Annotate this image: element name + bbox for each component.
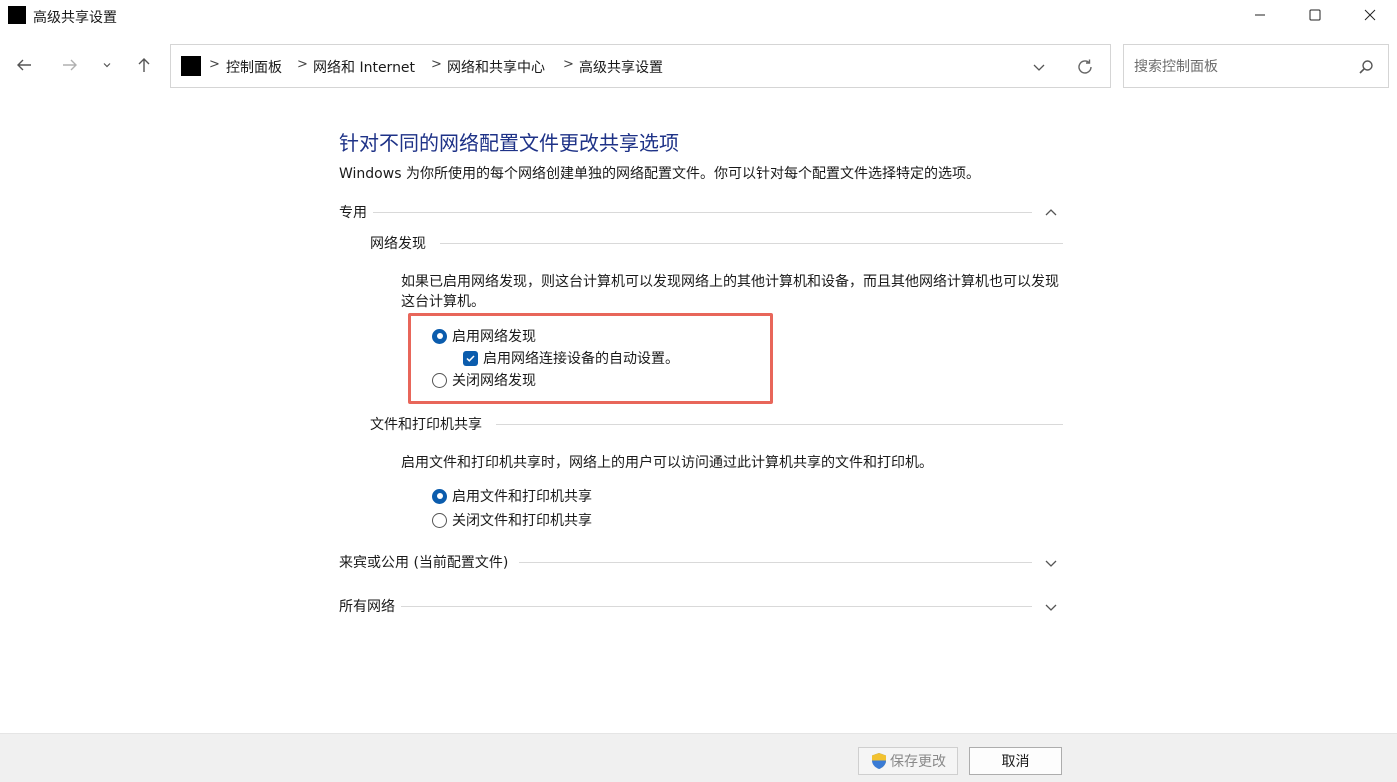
breadcrumb-control-panel[interactable]: 控制面板 (226, 57, 282, 77)
breadcrumb-separator: > (297, 57, 308, 72)
app-icon (8, 6, 26, 24)
section-guest-public-header[interactable]: 来宾或公用 (当前配置文件) (339, 552, 1059, 572)
section-divider (369, 212, 1032, 213)
section-divider (401, 606, 1032, 607)
maximize-button[interactable] (1292, 0, 1338, 30)
save-changes-button[interactable]: 保存更改 (858, 747, 958, 775)
minimize-icon (1255, 14, 1265, 16)
arrow-left-icon (17, 59, 31, 71)
search-icon[interactable] (1357, 58, 1375, 76)
uac-shield-icon (872, 753, 886, 769)
section-guest-public-label: 来宾或公用 (当前配置文件) (339, 552, 515, 572)
chevron-down-icon (1033, 64, 1045, 71)
section-divider (519, 562, 1032, 563)
recent-locations-button[interactable] (96, 51, 118, 79)
page-description: Windows 为你所使用的每个网络创建单独的网络配置文件。你可以针对每个配置文… (339, 166, 980, 182)
chevron-down-icon (103, 63, 111, 68)
radio-label: 启用文件和打印机共享 (452, 489, 592, 505)
section-divider (496, 424, 1063, 425)
network-discovery-description: 如果已启用网络发现，则这台计算机可以发现网络上的其他计算机和设备，而且其他网络计… (401, 274, 1059, 310)
breadcrumb-separator: > (563, 57, 574, 72)
radio-button-checked[interactable] (432, 488, 447, 504)
subsection-network-discovery-label: 网络发现 (370, 233, 432, 253)
breadcrumb-advanced-sharing[interactable]: 高级共享设置 (579, 57, 663, 77)
radio-label: 关闭文件和打印机共享 (452, 513, 592, 529)
highlight-annotation (408, 313, 773, 404)
address-dropdown-button[interactable] (1029, 57, 1049, 77)
window-title: 高级共享设置 (33, 10, 117, 26)
forward-button[interactable] (56, 51, 84, 79)
refresh-icon (1078, 59, 1092, 74)
section-private-header[interactable]: 专用 (339, 202, 1059, 222)
footer-bar: 保存更改 取消 (0, 733, 1397, 782)
minimize-button[interactable] (1237, 0, 1283, 30)
section-divider (440, 243, 1063, 244)
control-panel-icon (181, 56, 201, 76)
radio-disable-file-printer-sharing[interactable]: 关闭文件和打印机共享 (432, 510, 592, 530)
subsection-file-printer-sharing-label: 文件和打印机共享 (370, 414, 488, 434)
cancel-button[interactable]: 取消 (969, 747, 1062, 775)
chevron-down-icon[interactable] (1043, 555, 1059, 571)
page-title: 针对不同的网络配置文件更改共享选项 (339, 131, 679, 155)
chevron-down-icon[interactable] (1043, 599, 1059, 615)
search-input[interactable] (1132, 55, 1342, 79)
title-bar: 高级共享设置 (0, 0, 1397, 32)
radio-button[interactable] (432, 512, 447, 528)
subsection-network-discovery-header: 网络发现 (370, 233, 1063, 253)
breadcrumb-network-sharing-center[interactable]: 网络和共享中心 (447, 57, 545, 77)
address-bar[interactable]: > 控制面板 > 网络和 Internet > 网络和共享中心 > 高级共享设置 (170, 44, 1111, 88)
file-printer-sharing-description: 启用文件和打印机共享时，网络上的用户可以访问通过此计算机共享的文件和打印机。 (401, 455, 933, 471)
refresh-button[interactable] (1074, 56, 1096, 78)
chevron-up-icon[interactable] (1043, 205, 1059, 221)
save-changes-label: 保存更改 (890, 754, 946, 770)
section-all-networks-label: 所有网络 (339, 596, 401, 616)
section-all-networks-header[interactable]: 所有网络 (339, 596, 1059, 616)
breadcrumb-separator: > (209, 57, 220, 72)
close-button[interactable] (1347, 0, 1393, 30)
breadcrumb-network-internet[interactable]: 网络和 Internet (313, 57, 415, 77)
up-button[interactable] (130, 51, 158, 79)
subsection-file-printer-sharing-header: 文件和打印机共享 (370, 414, 1063, 434)
section-private-label: 专用 (339, 202, 373, 222)
maximize-icon (1309, 9, 1321, 21)
arrow-right-icon (63, 59, 77, 71)
breadcrumb-separator: > (431, 57, 442, 72)
radio-enable-file-printer-sharing[interactable]: 启用文件和打印机共享 (432, 486, 592, 506)
close-icon (1364, 9, 1376, 21)
search-box[interactable] (1123, 44, 1389, 88)
back-button[interactable] (10, 51, 38, 79)
arrow-up-icon (138, 58, 150, 72)
